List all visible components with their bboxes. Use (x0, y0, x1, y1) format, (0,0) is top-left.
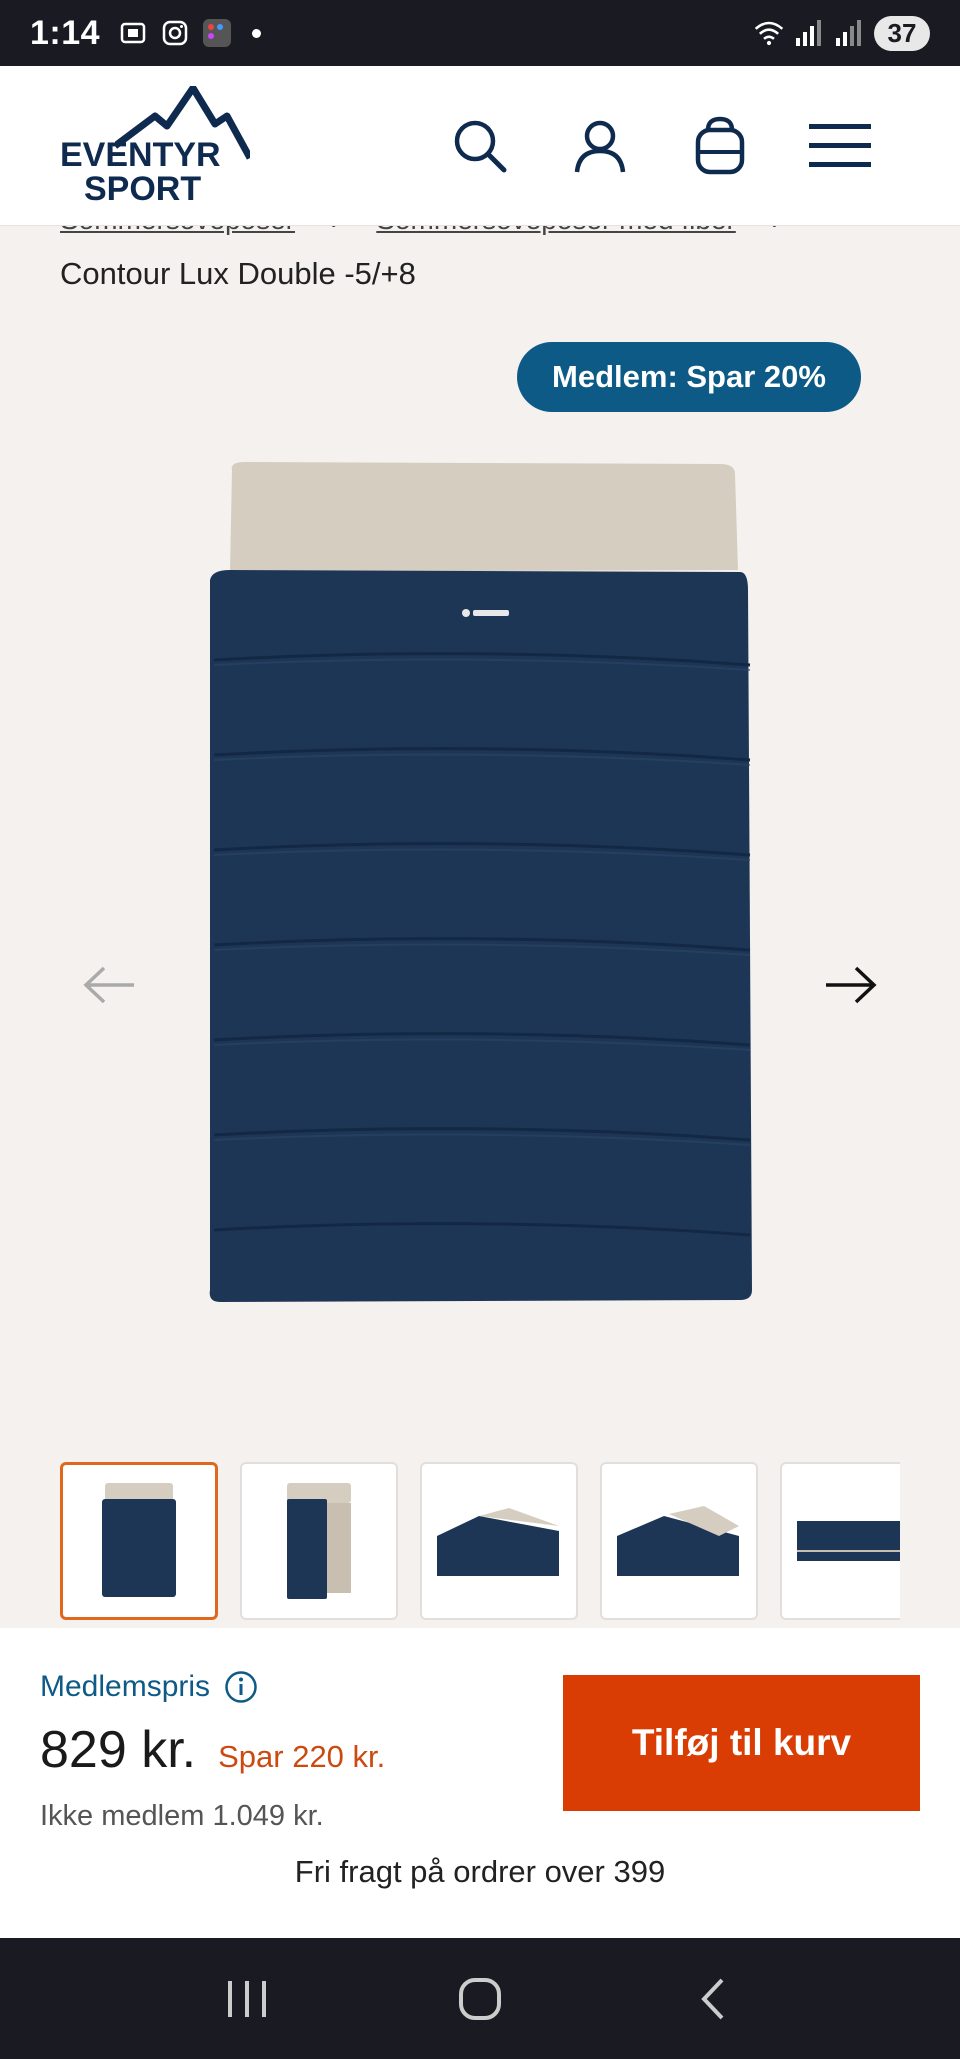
sleeping-bag-image (209, 462, 752, 1302)
apps-folder-icon (202, 18, 232, 48)
signal-icon-2 (834, 18, 864, 48)
back-icon (701, 1978, 724, 2019)
thumbnail-strip (60, 1462, 900, 1622)
eventyr-sport-logo[interactable]: EVENTYR SPORT (60, 85, 250, 208)
menu-icon (809, 123, 871, 167)
status-bar: 1:14 37 (0, 0, 960, 66)
thumbnail-5[interactable] (780, 1462, 900, 1620)
member-price-label: Medlemspris (40, 1670, 258, 1704)
logo-text-line2: SPORT (84, 169, 202, 208)
arrow-right-icon (826, 966, 877, 1004)
member-price: 829 kr. (40, 1721, 197, 1779)
member-price-text: Medlemspris (40, 1670, 211, 1703)
info-icon[interactable] (224, 1670, 258, 1704)
recents-icon (227, 1980, 266, 2017)
home-button[interactable] (430, 1959, 530, 2039)
screenshot-icon (118, 18, 148, 48)
instagram-icon (160, 18, 190, 48)
purchase-panel: Medlemspris 829 kr. Spar 220 kr. Ikke me… (0, 1628, 960, 1938)
system-nav-bar (0, 1938, 960, 2059)
account-icon (574, 120, 626, 172)
status-time: 1:14 (30, 13, 101, 52)
signal-icon (794, 18, 824, 48)
search-button[interactable] (420, 96, 540, 196)
menu-button[interactable] (780, 96, 900, 196)
wifi-icon (754, 18, 784, 48)
arrow-left-icon (83, 966, 134, 1004)
next-image-button[interactable] (815, 950, 885, 1020)
add-to-cart-button[interactable]: Tilføj til kurv (563, 1675, 920, 1811)
savings-text: Spar 220 kr. (218, 1739, 386, 1774)
thumbnail-4[interactable] (600, 1462, 758, 1620)
thumbnail-2[interactable] (240, 1462, 398, 1620)
product-image[interactable] (200, 460, 770, 1310)
search-icon (454, 120, 507, 172)
bag-icon (695, 116, 745, 174)
recents-button[interactable] (197, 1959, 297, 2039)
account-button[interactable] (540, 96, 660, 196)
site-header: EVENTYR SPORT (0, 66, 960, 226)
product-title: Contour Lux Double -5/+8 (60, 256, 416, 291)
non-member-price: Ikke medlem 1.049 kr. (40, 1800, 324, 1832)
previous-image-button[interactable] (75, 950, 145, 1020)
home-icon (458, 1977, 501, 2020)
battery-level: 37 (874, 15, 930, 51)
free-shipping-note: Fri fragt på ordrer over 399 (294, 1854, 666, 1889)
notification-icons (118, 18, 262, 48)
cart-button[interactable] (660, 96, 780, 196)
thumbnail-1[interactable] (60, 1462, 218, 1620)
thumbnail-3[interactable] (420, 1462, 578, 1620)
more-notifications-dot (252, 28, 262, 38)
back-button[interactable] (663, 1959, 763, 2039)
member-discount-badge: Medlem: Spar 20% (517, 342, 861, 412)
